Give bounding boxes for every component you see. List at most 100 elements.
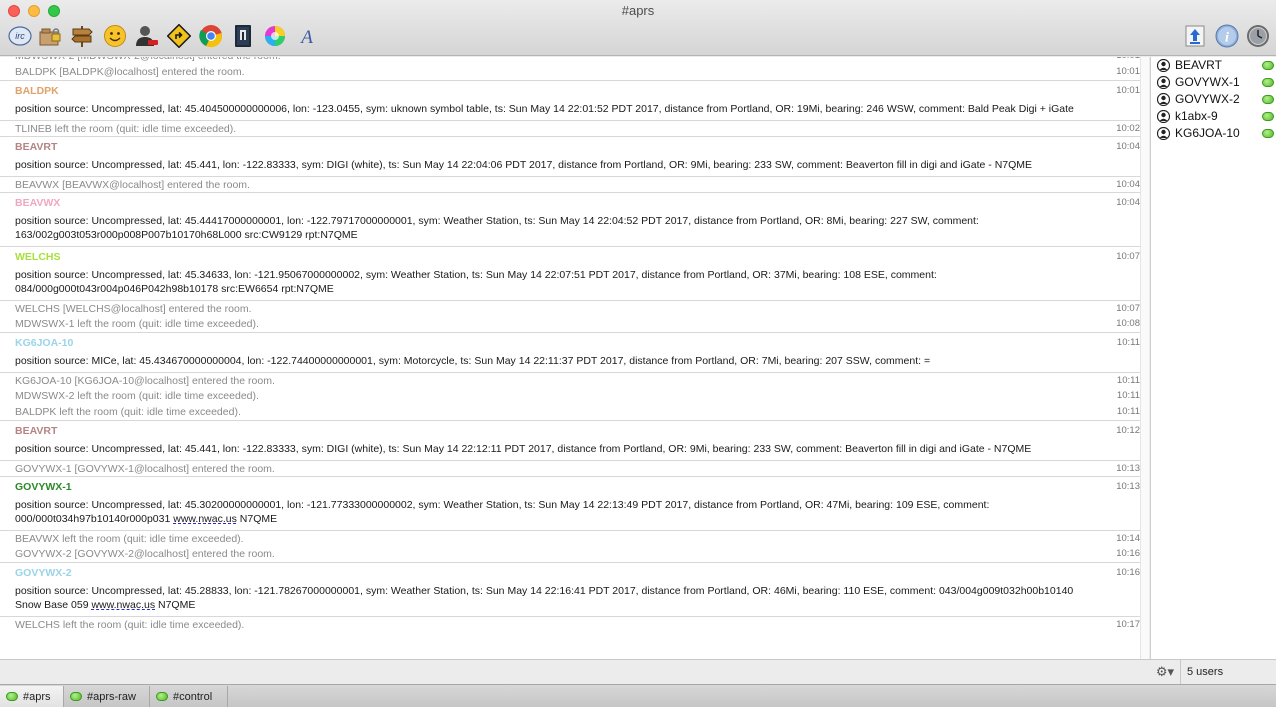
- message-nick[interactable]: KG6JOA-10: [0, 333, 1140, 350]
- message-timestamp: 10:17: [1116, 619, 1140, 630]
- message-timestamp: 10:04: [1116, 179, 1140, 190]
- irc-label: irc: [15, 31, 25, 41]
- message-line: position source: Uncompressed, lat: 45.3…: [15, 499, 990, 511]
- status-bar: ⚙▾ 5 users: [0, 659, 1276, 684]
- event-text: GOVYWX-2 [GOVYWX-2@localhost] entered th…: [15, 548, 275, 560]
- chat-messages: MDWSWX-2 [MDWSWX-2@localhost] entered th…: [0, 57, 1140, 632]
- chat-scrollbar[interactable]: [1140, 57, 1149, 659]
- chat-event: WELCHS [WELCHS@localhost] entered the ro…: [0, 300, 1140, 316]
- message-line: 084/000g000t043r004p046P042h98b10178 src…: [15, 283, 334, 295]
- message-body: position source: Uncompressed, lat: 45.4…: [0, 210, 1140, 242]
- message-timestamp: 10:16: [1116, 567, 1140, 578]
- user-status-icon: [1262, 112, 1274, 121]
- chat-message: BEAVWX position source: Uncompressed, lat…: [0, 192, 1140, 246]
- smiley-icon[interactable]: [103, 24, 127, 48]
- user-list[interactable]: BEAVRT GOVYWX-1 GOVYWX-2 k1abx-9 KG6JOA-10: [1150, 57, 1276, 659]
- directions-icon[interactable]: [167, 24, 191, 48]
- message-timestamp: 10:04: [1116, 141, 1140, 152]
- message-timestamp: 10:16: [1116, 548, 1140, 559]
- message-timestamp: 10:11: [1116, 375, 1140, 386]
- message-nick[interactable]: GOVYWX-1: [0, 477, 1140, 494]
- message-timestamp: 10:11: [1116, 337, 1140, 348]
- chat-event: WELCHS left the room (quit: idle time ex…: [0, 616, 1140, 632]
- user-name: BEAVRT: [1175, 58, 1222, 72]
- message-body: position source: MICe, lat: 45.434670000…: [0, 350, 1140, 368]
- svg-text:A: A: [299, 27, 313, 48]
- book-icon[interactable]: [231, 24, 255, 48]
- message-timestamp: 10:01: [1108, 57, 1140, 61]
- message-timestamp: 10:12: [1116, 425, 1140, 436]
- event-text: BALDPK [BALDPK@localhost] entered the ro…: [15, 66, 245, 78]
- user-list-item[interactable]: KG6JOA-10: [1151, 125, 1276, 142]
- message-timestamp: 10:11: [1116, 390, 1140, 401]
- chat-event: MDWSWX-2 [MDWSWX-2@localhost] entered th…: [0, 57, 1140, 64]
- message-timestamp: 10:13: [1116, 481, 1140, 492]
- irc-icon[interactable]: irc: [8, 24, 32, 48]
- message-timestamp: 10:04: [1116, 197, 1140, 208]
- message-line: position source: Uncompressed, lat: 45.4…: [15, 103, 1074, 115]
- message-body: position source: Uncompressed, lat: 45.4…: [0, 438, 1140, 456]
- chat-event: KG6JOA-10 [KG6JOA-10@localhost] entered …: [0, 372, 1140, 388]
- chat-message: BEAVRT position source: Uncompressed, lat…: [0, 136, 1140, 176]
- message-body: position source: Uncompressed, lat: 45.3…: [0, 494, 1140, 526]
- message-timestamp: 10:01: [1116, 66, 1140, 77]
- font-icon[interactable]: A: [295, 24, 319, 48]
- message-line: position source: Uncompressed, lat: 45.2…: [15, 585, 1074, 597]
- user-status-icon: [1262, 95, 1274, 104]
- message-nick[interactable]: BEAVRT: [0, 421, 1140, 438]
- chat-message: WELCHS position source: Uncompressed, lat…: [0, 246, 1140, 300]
- message-timestamp: 10:07: [1116, 251, 1140, 262]
- user-icon: [1156, 126, 1171, 145]
- user-remove-icon[interactable]: [135, 24, 159, 48]
- chat-event: GOVYWX-1 [GOVYWX-1@localhost] entered th…: [0, 460, 1140, 476]
- color-wheel-icon[interactable]: [263, 24, 287, 48]
- event-text: BEAVWX left the room (quit: idle time ex…: [15, 533, 244, 545]
- title-bar: #aprs irc A i: [0, 0, 1276, 56]
- signpost-icon[interactable]: [70, 24, 94, 48]
- message-link[interactable]: www.nwac.us: [173, 513, 237, 525]
- gear-menu-button[interactable]: ⚙▾: [1152, 663, 1178, 680]
- message-link[interactable]: www.nwac.us: [91, 599, 155, 611]
- message-timestamp: 10:14: [1116, 533, 1140, 544]
- message-nick[interactable]: WELCHS: [0, 247, 1140, 264]
- event-text: KG6JOA-10 [KG6JOA-10@localhost] entered …: [15, 375, 275, 387]
- upload-icon[interactable]: [1183, 24, 1207, 48]
- message-timestamp: 10:08: [1116, 318, 1140, 329]
- message-line: Snow Base 059 www.nwac.us N7QME: [15, 599, 196, 611]
- message-timestamp: 10:01: [1116, 85, 1140, 96]
- user-list-item[interactable]: GOVYWX-1: [1151, 74, 1276, 91]
- message-line: position source: MICe, lat: 45.434670000…: [15, 355, 931, 367]
- user-list-item[interactable]: GOVYWX-2: [1151, 91, 1276, 108]
- channel-tab[interactable]: #aprs-raw: [64, 686, 150, 707]
- message-nick[interactable]: BALDPK: [0, 81, 1140, 98]
- user-name: k1abx-9: [1175, 109, 1218, 123]
- message-body: position source: Uncompressed, lat: 45.4…: [0, 98, 1140, 116]
- chat-event: TLINEB left the room (quit: idle time ex…: [0, 120, 1140, 136]
- chat-event: BALDPK left the room (quit: idle time ex…: [0, 404, 1140, 420]
- channel-tab[interactable]: #aprs: [0, 686, 64, 707]
- event-text: MDWSWX-1 left the room (quit: idle time …: [15, 318, 259, 330]
- user-list-item[interactable]: k1abx-9: [1151, 108, 1276, 125]
- chat-log[interactable]: MDWSWX-2 [MDWSWX-2@localhost] entered th…: [0, 57, 1149, 659]
- message-nick[interactable]: BEAVWX: [0, 193, 1140, 210]
- clock-icon[interactable]: [1246, 24, 1270, 48]
- chat-message: KG6JOA-10 position source: MICe, lat: 45.…: [0, 332, 1140, 372]
- event-text: WELCHS [WELCHS@localhost] entered the ro…: [15, 303, 252, 315]
- user-name: KG6JOA-10: [1175, 126, 1240, 140]
- event-text: WELCHS left the room (quit: idle time ex…: [15, 619, 245, 631]
- lock-folder-icon[interactable]: [38, 24, 62, 48]
- info-icon[interactable]: i: [1215, 24, 1239, 48]
- chrome-icon[interactable]: [199, 24, 223, 48]
- user-name: GOVYWX-1: [1175, 75, 1240, 89]
- chat-event: BALDPK [BALDPK@localhost] entered the ro…: [0, 64, 1140, 80]
- message-timestamp: 10:07: [1116, 303, 1140, 314]
- user-list-item[interactable]: BEAVRT: [1151, 57, 1276, 74]
- message-nick[interactable]: BEAVRT: [0, 137, 1140, 154]
- window-title: #aprs: [621, 3, 655, 18]
- message-timestamp: 10:02: [1116, 123, 1140, 134]
- chat-message: BEAVRT position source: Uncompressed, lat…: [0, 420, 1140, 460]
- channel-tab[interactable]: #control: [150, 686, 228, 707]
- message-nick[interactable]: GOVYWX-2: [0, 563, 1140, 580]
- chat-message: GOVYWX-2 position source: Uncompressed, l…: [0, 562, 1140, 616]
- event-text: MDWSWX-2 [MDWSWX-2@localhost] entered th…: [0, 57, 1140, 63]
